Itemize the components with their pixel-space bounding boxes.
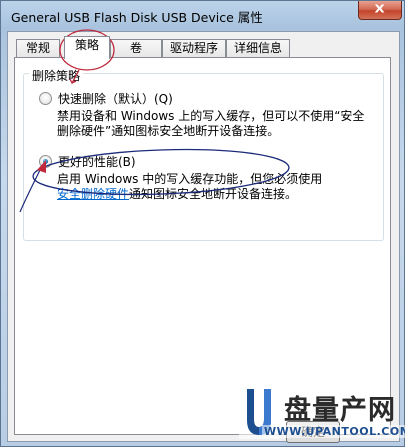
policies-panel: 删除策略 快速删除（默认）(Q) 禁用设备和 Windows 上的写入缓存，但可…	[14, 57, 391, 435]
safely-remove-hardware-link[interactable]: 安全删除硬件	[57, 187, 129, 201]
removal-policy-label: 删除策略	[29, 67, 84, 84]
properties-window: General USB Flash Disk USB Device 属性 X 常…	[0, 0, 405, 447]
quick-removal-label: 快速删除（默认）(Q)	[58, 91, 173, 106]
better-performance-radio[interactable]	[39, 154, 52, 168]
better-performance-option[interactable]: 更好的性能(B)	[39, 153, 136, 169]
better-performance-label: 更好的性能(B)	[58, 154, 136, 169]
better-performance-desc-line2: 安全删除硬件通知图标安全地断开设备连接。	[57, 187, 387, 202]
quick-removal-desc-line2: 删除硬件”通知图标安全地断开设备连接。	[57, 124, 280, 138]
close-icon: X	[374, 2, 386, 16]
better-performance-desc-line2-rest: 通知图标安全地断开设备连接。	[129, 187, 298, 201]
better-performance-desc-line1: 启用 Windows 中的写入缓存功能，但您必须使用	[57, 172, 323, 186]
better-performance-description: 启用 Windows 中的写入缓存功能，但您必须使用 安全删除硬件通知图标安全地…	[57, 172, 387, 202]
window-title: General USB Flash Disk USB Device 属性	[11, 10, 263, 25]
tab-driver[interactable]: 驱动程序	[162, 39, 226, 58]
tab-general[interactable]: 常规	[16, 39, 60, 58]
close-button[interactable]: X	[358, 1, 402, 20]
watermark-url: WWW.UPANTOOL.COM	[262, 425, 405, 438]
quick-removal-description: 禁用设备和 Windows 上的写入缓存，但可以不使用“安全 删除硬件”通知图标…	[57, 109, 387, 139]
quick-removal-option[interactable]: 快速删除（默认）(Q)	[39, 90, 173, 106]
dialog-client-area: 常规 策略 卷 驱动程序 详细信息 删除策略 快速删除（默认）(Q) 禁用设备和…	[7, 31, 400, 442]
quick-removal-radio[interactable]	[39, 91, 52, 105]
quick-removal-desc-line1: 禁用设备和 Windows 上的写入缓存，但可以不使用“安全	[57, 109, 365, 123]
tab-strip: 常规 策略 卷 驱动程序 详细信息	[14, 36, 394, 59]
tab-volumes[interactable]: 卷	[110, 39, 162, 58]
tab-policies[interactable]: 策略	[64, 36, 110, 59]
tab-details[interactable]: 详细信息	[226, 39, 290, 58]
title-bar[interactable]: General USB Flash Disk USB Device 属性 X	[1, 1, 405, 29]
